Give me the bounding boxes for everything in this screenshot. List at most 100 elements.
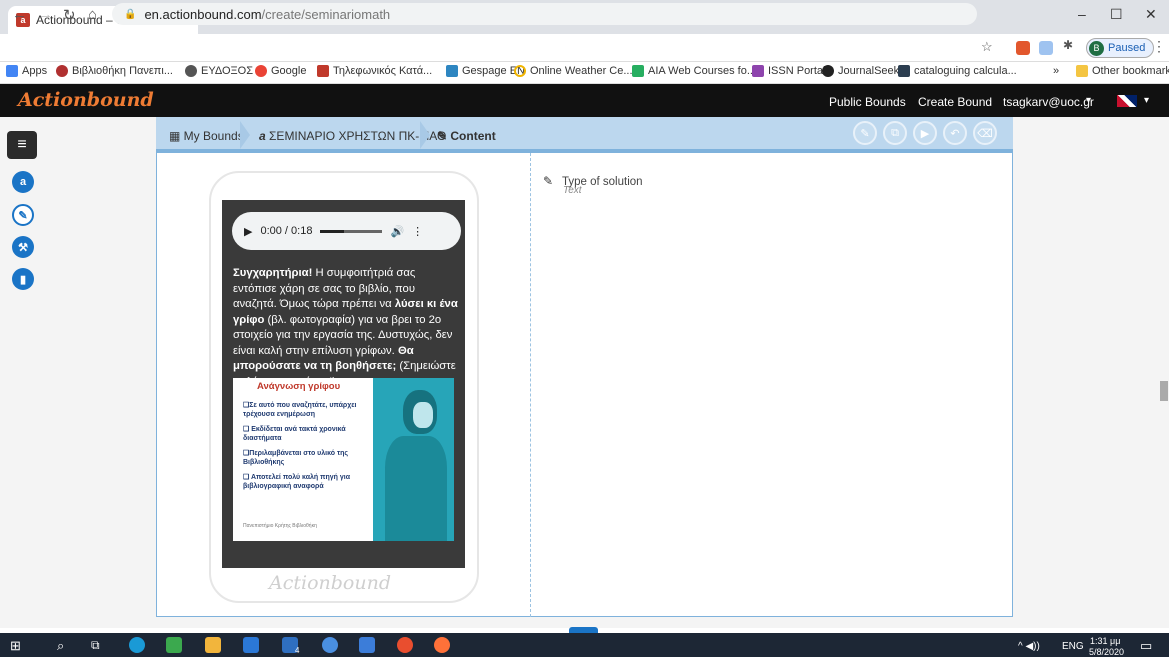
breadcrumb-separator bbox=[240, 121, 250, 149]
riddle-item: ❑Σε αυτό που αναζητάτε, υπάρχει τρέχουσα… bbox=[243, 402, 357, 418]
maximize-button[interactable]: ☐ bbox=[1110, 6, 1123, 23]
gespage-icon bbox=[446, 65, 458, 77]
solution-type-value: Text bbox=[563, 185, 582, 196]
actionbound-logo[interactable]: Actionbound bbox=[18, 89, 154, 111]
other-bookmarks[interactable]: Other bookmarks bbox=[1076, 65, 1169, 77]
bookmark-item[interactable]: Βιβλιοθήκη Πανεπι... bbox=[56, 65, 173, 77]
riddle-items: ❑Σε αυτό που αναζητάτε, υπάρχει τρέχουσα… bbox=[243, 402, 371, 498]
app-icon[interactable] bbox=[359, 637, 375, 653]
play-icon[interactable]: ▶ bbox=[244, 225, 252, 238]
bookmark-item[interactable]: cataloguing calcula... bbox=[898, 65, 1017, 77]
bookmarks-more[interactable]: » bbox=[1053, 65, 1059, 77]
calculator-icon bbox=[898, 65, 910, 77]
weather-icon bbox=[514, 65, 526, 77]
lock-icon: 🔒 bbox=[124, 8, 137, 20]
forward-icon[interactable]: → bbox=[38, 6, 53, 23]
grid-icon: ▦ bbox=[169, 129, 184, 143]
riddle-item: ❑ Αποτελεί πολύ καλή πηγή για βιβλιογραφ… bbox=[243, 474, 351, 490]
solution-type-field[interactable]: ✎ Type of solution bbox=[543, 174, 643, 188]
copy-tool-icon[interactable]: ⧉ bbox=[883, 121, 907, 145]
profile-status: Paused bbox=[1108, 42, 1146, 54]
close-window-button[interactable]: ✕ bbox=[1145, 6, 1157, 23]
breadcrumb-content[interactable]: ✎ Content bbox=[437, 129, 496, 143]
woman-photo bbox=[373, 378, 454, 541]
notifications-icon[interactable]: ▭ bbox=[1140, 638, 1152, 654]
edge-icon[interactable] bbox=[129, 637, 145, 653]
clock-time[interactable]: 1:31 μμ bbox=[1090, 636, 1120, 646]
lang-caret-icon[interactable]: ▾ bbox=[1144, 95, 1149, 106]
audio-time: 0:00 / 0:18 bbox=[260, 225, 313, 237]
bookmark-item[interactable]: AIA Web Courses fo... bbox=[632, 65, 756, 77]
extension-icon[interactable] bbox=[1039, 41, 1053, 55]
bound-icon: a bbox=[259, 129, 270, 143]
bookmark-item[interactable]: ISSN Portal bbox=[752, 65, 825, 77]
undo-tool-icon[interactable]: ↶ bbox=[943, 121, 967, 145]
audio-seek-bar[interactable] bbox=[320, 229, 383, 233]
stats-icon[interactable]: ▮ bbox=[12, 268, 34, 290]
phone-actionbound-logo: Actionbound bbox=[269, 572, 391, 594]
bookmark-item[interactable]: ΕΥΔΟΞΟΣ bbox=[185, 65, 253, 77]
clock-date[interactable]: 5/8/2020 bbox=[1089, 647, 1124, 657]
url-host: en.actionbound.com bbox=[144, 6, 262, 22]
riddle-footer: Πανεπιστήμιο Κρήτης Βιβλιοθήκη bbox=[243, 523, 317, 529]
wrench-icon[interactable]: ⚒ bbox=[12, 236, 34, 258]
breadcrumb-my-bounds[interactable]: ▦ My Bounds bbox=[169, 129, 244, 143]
store-icon[interactable] bbox=[243, 637, 259, 653]
edit-tool-icon[interactable]: ✎ bbox=[853, 121, 877, 145]
avatar: B bbox=[1089, 40, 1104, 56]
bound-icon[interactable]: a bbox=[12, 171, 34, 193]
preview-tool-icon[interactable]: ▶ bbox=[913, 121, 937, 145]
audio-player[interactable]: ▶ 0:00 / 0:18 🔊 ⋮ bbox=[232, 212, 461, 250]
url-field[interactable]: 🔒 en.actionbound.com/create/seminariomat… bbox=[112, 3, 977, 25]
bookmark-item[interactable]: Google bbox=[255, 65, 306, 77]
firefox-icon[interactable] bbox=[434, 637, 450, 653]
pencil-icon: ✎ bbox=[437, 129, 451, 143]
address-bar-row bbox=[0, 34, 1169, 62]
puzzle-icon[interactable]: ✱ bbox=[1063, 38, 1073, 52]
column-divider bbox=[530, 153, 531, 617]
mail-badge: 4 bbox=[295, 646, 300, 655]
chrome-icon[interactable] bbox=[397, 637, 413, 653]
home-icon[interactable]: ⌂ bbox=[88, 6, 97, 23]
pencil-icon[interactable]: ✎ bbox=[12, 204, 34, 226]
bookmark-item[interactable]: Online Weather Ce... bbox=[514, 65, 633, 77]
kebab-menu-icon[interactable]: ⋮ bbox=[1152, 38, 1166, 55]
riddle-item: ❑ Εκδίδεται ανά τακτά χρονικά διαστήματα bbox=[243, 426, 346, 442]
windows-start-icon[interactable]: ⊞ bbox=[10, 638, 21, 654]
browser-icon[interactable] bbox=[322, 637, 338, 653]
stage-message: Συγχαρητήρια! Η συμφοιτήτριά σας εντόπισ… bbox=[233, 267, 458, 388]
uk-flag-icon[interactable] bbox=[1117, 95, 1137, 107]
page-scrollbar[interactable] bbox=[1160, 381, 1168, 401]
extension-icon[interactable] bbox=[1016, 41, 1030, 55]
app-icon[interactable] bbox=[166, 637, 182, 653]
profile-button[interactable]: B Paused bbox=[1086, 38, 1155, 58]
audio-more-icon[interactable]: ⋮ bbox=[412, 225, 423, 238]
phone-directory-icon bbox=[317, 65, 329, 77]
user-caret-icon[interactable]: ▾ bbox=[1086, 95, 1091, 106]
bookmark-apps[interactable]: Apps bbox=[6, 65, 47, 77]
reload-icon[interactable]: ↻ bbox=[63, 6, 76, 24]
back-icon[interactable]: ← bbox=[12, 6, 27, 23]
star-icon[interactable]: ☆ bbox=[981, 39, 993, 55]
nav-public-bounds[interactable]: Public Bounds bbox=[829, 95, 906, 109]
language-indicator[interactable]: ENG bbox=[1062, 641, 1084, 652]
apps-grid-icon bbox=[6, 65, 18, 77]
task-view-icon[interactable]: ⧉ bbox=[91, 638, 100, 653]
file-explorer-icon[interactable] bbox=[205, 637, 221, 653]
hamburger-menu-icon[interactable]: ≡ bbox=[7, 131, 37, 159]
nav-create-bound[interactable]: Create Bound bbox=[918, 95, 992, 109]
google-icon bbox=[255, 65, 267, 77]
delete-tool-icon[interactable]: ⌫ bbox=[973, 121, 997, 145]
volume-icon[interactable]: 🔊 bbox=[390, 225, 404, 238]
breadcrumb-separator bbox=[420, 121, 430, 149]
bookmark-item[interactable]: Τηλεφωνικός Κατά... bbox=[317, 65, 432, 77]
bookmark-item[interactable]: JournalSeek bbox=[822, 65, 899, 77]
search-icon[interactable]: ⌕ bbox=[57, 638, 64, 654]
tray-icons[interactable]: ^ ◀)) bbox=[1018, 641, 1040, 652]
minimize-button[interactable]: – bbox=[1078, 6, 1086, 22]
library-icon bbox=[56, 65, 68, 77]
riddle-item: ❑Περιλαμβάνεται στο υλικό της Βιβλιοθήκη… bbox=[243, 450, 349, 466]
globe-icon bbox=[185, 65, 197, 77]
breadcrumb-bound[interactable]: a ΣΕΜΙΝΑΡΙΟ ΧΡΗΣΤΩΝ ΠΚ-ΜΑΘ bbox=[259, 129, 446, 143]
user-menu[interactable]: tsagkarv@uoc.gr bbox=[1003, 95, 1094, 109]
